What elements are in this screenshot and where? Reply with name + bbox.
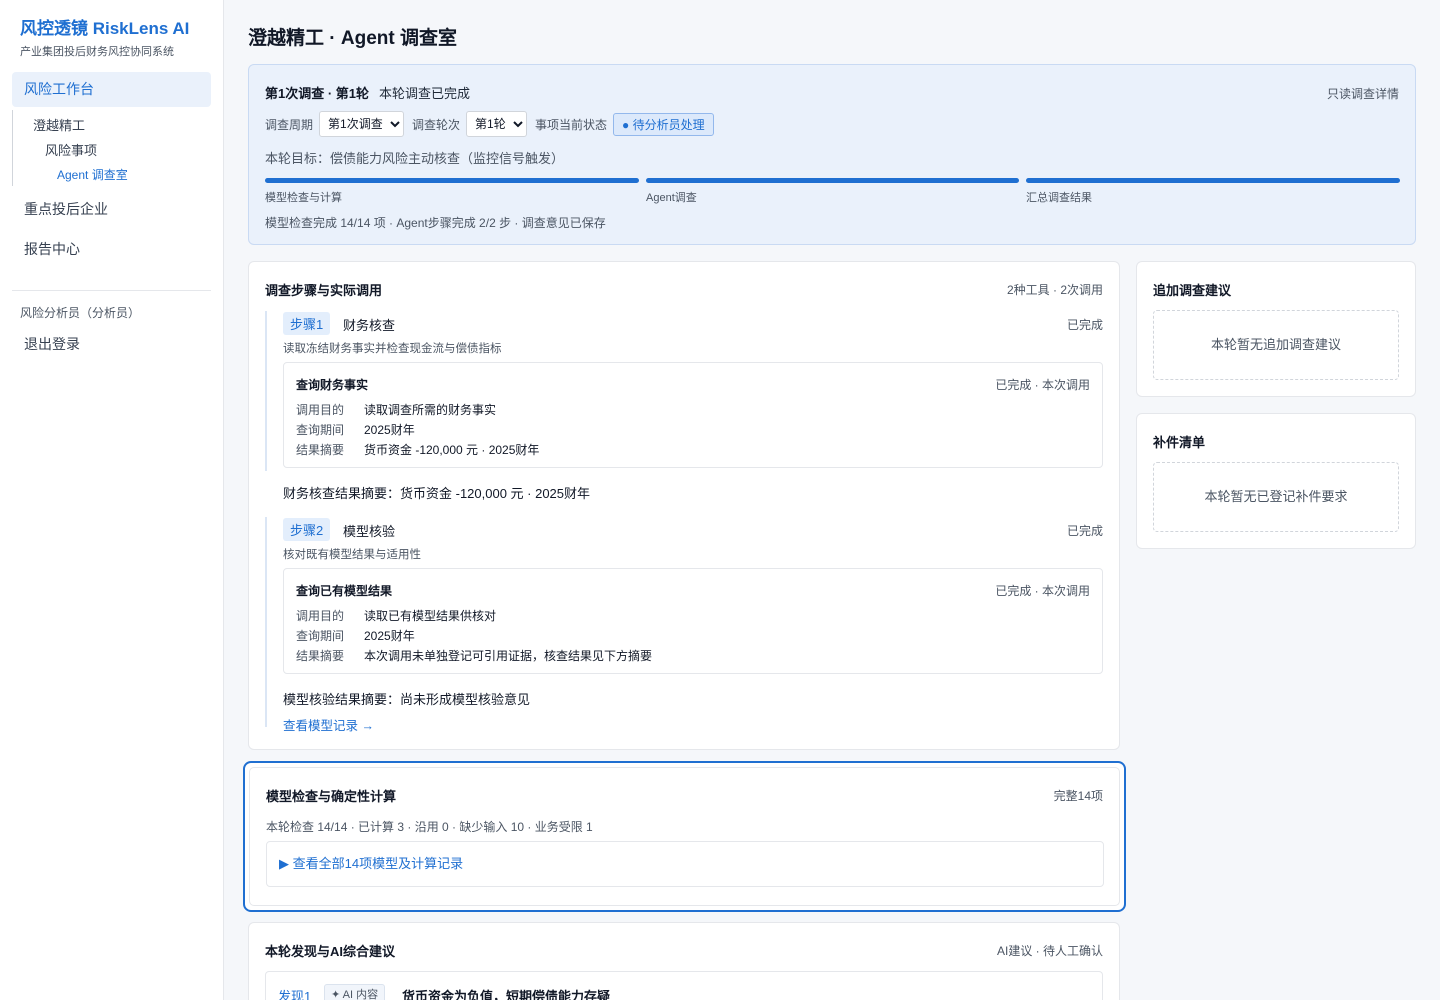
nav-item-risk-workbench[interactable]: 风险工作台 bbox=[12, 72, 211, 107]
tool-1-row-key: 结果摘要 bbox=[296, 443, 345, 457]
round-goal: 本轮目标：偿债能力风险主动核查（监控信号触发） bbox=[265, 151, 565, 166]
step-2-desc: 核对既有模型结果与适用性 bbox=[283, 549, 421, 561]
tool-2-status: 已完成 · 本次调用 bbox=[995, 584, 1090, 598]
tool-1-status: 已完成 · 本次调用 bbox=[995, 378, 1090, 392]
tool-1-row-period: 查询期间 2025财年 bbox=[296, 421, 415, 438]
tool-2-row-summary: 结果摘要 本次调用未单独登记可引用证据，核查结果见下方摘要 bbox=[296, 647, 652, 664]
step-2-status: 已完成 bbox=[1066, 524, 1103, 538]
page-title: 澄越精工 · Agent 调查室 bbox=[248, 28, 457, 49]
stage-label-2: Agent调查 bbox=[646, 192, 697, 204]
view-model-records-link[interactable]: 查看模型记录 → bbox=[283, 715, 374, 734]
model-check-card: 模型检查与确定性计算 完整14项 本轮检查 14/14 · 已计算 3 · 沿用… bbox=[243, 761, 1126, 912]
tool-1-row-value: 货币资金 -120,000 元 · 2025财年 bbox=[364, 443, 540, 457]
step-1-tag: 步骤1 bbox=[283, 312, 331, 335]
steps-card-title: 调查步骤与实际调用 bbox=[265, 283, 383, 298]
brand-subtitle: 产业集团投后财务风控协同系统 bbox=[20, 46, 174, 58]
model-check-stats: 本轮检查 14/14 · 已计算 3 · 沿用 0 · 缺少输入 10 · 业务… bbox=[266, 820, 593, 834]
findings-card-meta: AI建议 · 待人工确认 bbox=[996, 944, 1103, 958]
progress-stage-2 bbox=[646, 178, 1019, 183]
tool-2-row-purpose: 调用目的 读取已有模型结果供核对 bbox=[296, 607, 496, 624]
view-all-models-expander[interactable]: ▶ 查看全部14项模型及计算记录 bbox=[266, 841, 1104, 887]
tool-1-row-summary: 结果摘要 货币资金 -120,000 元 · 2025财年 bbox=[296, 441, 539, 458]
brand-title: 风控透镜 RiskLens AI bbox=[20, 19, 190, 38]
tool-2-row-value: 本次调用未单独登记可引用证据，核查结果见下方摘要 bbox=[364, 649, 653, 663]
tree-item-agent-room[interactable]: Agent 调查室 bbox=[57, 166, 128, 183]
progress-stage-3 bbox=[1026, 178, 1400, 183]
progress-stage-1 bbox=[265, 178, 639, 183]
steps-card: 调查步骤与实际调用 2种工具 · 2次调用 步骤1 财务核查 已完成 读取冻结财… bbox=[248, 261, 1120, 750]
tree-item-company[interactable]: 澄越精工 bbox=[33, 115, 85, 134]
suggestion-empty: 本轮暂无追加调查建议 bbox=[1153, 310, 1399, 380]
model-card-meta: 完整14项 bbox=[1053, 789, 1103, 803]
stage-label-1: 模型检查与计算 bbox=[265, 192, 342, 204]
tool-1-title: 查询财务事实 bbox=[296, 378, 369, 392]
findings-card-title: 本轮发现与AI综合建议 bbox=[265, 944, 396, 959]
round-select[interactable]: 第1轮 bbox=[466, 111, 528, 137]
tool-2-row-value: 2025财年 bbox=[364, 629, 415, 643]
step-2-name: 模型核验 bbox=[343, 524, 396, 539]
tool-1-row-purpose: 调用目的 读取调查所需的财务事实 bbox=[296, 401, 496, 418]
ai-content-badge: ✦ AI 内容 bbox=[324, 984, 386, 1000]
stage-label-3: 汇总调查结果 bbox=[1026, 192, 1092, 204]
tree-item-risk-issue[interactable]: 风险事项 bbox=[45, 140, 97, 159]
round-status: 本轮调查已完成 bbox=[379, 86, 471, 101]
logout-button[interactable]: 退出登录 bbox=[24, 334, 80, 354]
tool-2-row-period: 查询期间 2025财年 bbox=[296, 627, 415, 644]
steps-card-meta: 2种工具 · 2次调用 bbox=[1006, 283, 1103, 297]
tool-2-row-key: 结果摘要 bbox=[296, 649, 345, 663]
supplement-empty: 本轮暂无已登记补件要求 bbox=[1153, 462, 1399, 532]
state-label: 事项当前状态 bbox=[535, 117, 608, 132]
status-badge: ● 待分析员处理 bbox=[613, 112, 714, 136]
findings-card: 本轮发现与AI综合建议 AI建议 · 待人工确认 发现1 ✦ AI 内容 货币资… bbox=[248, 922, 1120, 1000]
tool-1-row-key: 调用目的 bbox=[296, 403, 345, 417]
round-header: 第1次调查 · 第1轮 本轮调查已完成 bbox=[265, 83, 470, 102]
tool-2-row-key: 调用目的 bbox=[296, 609, 345, 623]
tool-1-row-value: 2025财年 bbox=[364, 423, 415, 437]
tool-1-row-key: 查询期间 bbox=[296, 423, 345, 437]
nav-tree-line bbox=[12, 110, 13, 186]
nav-item-report-center[interactable]: 报告中心 bbox=[24, 239, 80, 259]
user-role: 风险分析员（分析员） bbox=[20, 306, 141, 320]
sidebar: 风控透镜 RiskLens AI 产业集团投后财务风控协同系统 风险工作台 澄越… bbox=[0, 0, 224, 1000]
step-1-result-summary: 财务核查结果摘要：货币资金 -120,000 元 · 2025财年 bbox=[283, 486, 591, 501]
brand: 风控透镜 RiskLens AI 产业集团投后财务风控协同系统 bbox=[0, 0, 223, 59]
round-title: 第1次调查 · 第1轮 bbox=[265, 86, 370, 101]
supplement-card-title: 补件清单 bbox=[1153, 435, 1206, 450]
tool-1-row-value: 读取调查所需的财务事实 bbox=[364, 403, 497, 417]
step-1-tool-call: 查询财务事实 已完成 · 本次调用 调用目的 读取调查所需的财务事实 查询期间 20… bbox=[283, 362, 1103, 468]
round-label: 调查轮次 bbox=[412, 117, 461, 132]
step-2-tool-call: 查询已有模型结果 已完成 · 本次调用 调用目的 读取已有模型结果供核对 查询期间… bbox=[283, 568, 1103, 674]
step-1-name: 财务核查 bbox=[343, 318, 396, 333]
readonly-label: 只读调查详情 bbox=[1326, 87, 1399, 101]
supplement-card: 补件清单 本轮暂无已登记补件要求 bbox=[1136, 413, 1416, 549]
step-1-status: 已完成 bbox=[1066, 318, 1103, 332]
finding-1[interactable]: 发现1 ✦ AI 内容 货币资金为负值，短期偿债能力存疑 bbox=[265, 971, 1103, 1000]
summary-footer: 模型检查完成 14/14 项 · Agent步骤完成 2/2 步 · 调查意见已… bbox=[265, 216, 606, 230]
nav-item-key-companies[interactable]: 重点投后企业 bbox=[24, 199, 108, 219]
period-label: 调查周期 bbox=[265, 117, 314, 132]
step-2-result-summary: 模型核验结果摘要：尚未形成模型核验意见 bbox=[283, 692, 531, 707]
step-1-bar bbox=[265, 311, 267, 471]
step-2-bar bbox=[265, 517, 267, 727]
investigation-summary: 第1次调查 · 第1轮 本轮调查已完成 只读调查详情 调查周期 第1次调查 调查轮… bbox=[248, 64, 1416, 245]
tool-2-row-key: 查询期间 bbox=[296, 629, 345, 643]
tool-2-title: 查询已有模型结果 bbox=[296, 584, 393, 598]
tool-2-row-value: 读取已有模型结果供核对 bbox=[364, 609, 497, 623]
filter-row: 调查周期 第1次调查 调查轮次 第1轮 事项当前状态 ● 待分析员处理 bbox=[265, 111, 714, 137]
suggestion-card-title: 追加调查建议 bbox=[1153, 283, 1232, 298]
step-1-desc: 读取冻结财务事实并检查现金流与偿债指标 bbox=[283, 343, 502, 355]
sidebar-divider bbox=[12, 290, 211, 291]
suggestion-card: 追加调查建议 本轮暂无追加调查建议 bbox=[1136, 261, 1416, 397]
finding-1-title: 货币资金为负值，短期偿债能力存疑 bbox=[402, 989, 611, 1000]
period-select[interactable]: 第1次调查 bbox=[319, 111, 405, 137]
step-2-tag: 步骤2 bbox=[283, 518, 331, 541]
model-card-title: 模型检查与确定性计算 bbox=[266, 789, 397, 804]
finding-1-tag: 发现1 bbox=[278, 989, 312, 1000]
